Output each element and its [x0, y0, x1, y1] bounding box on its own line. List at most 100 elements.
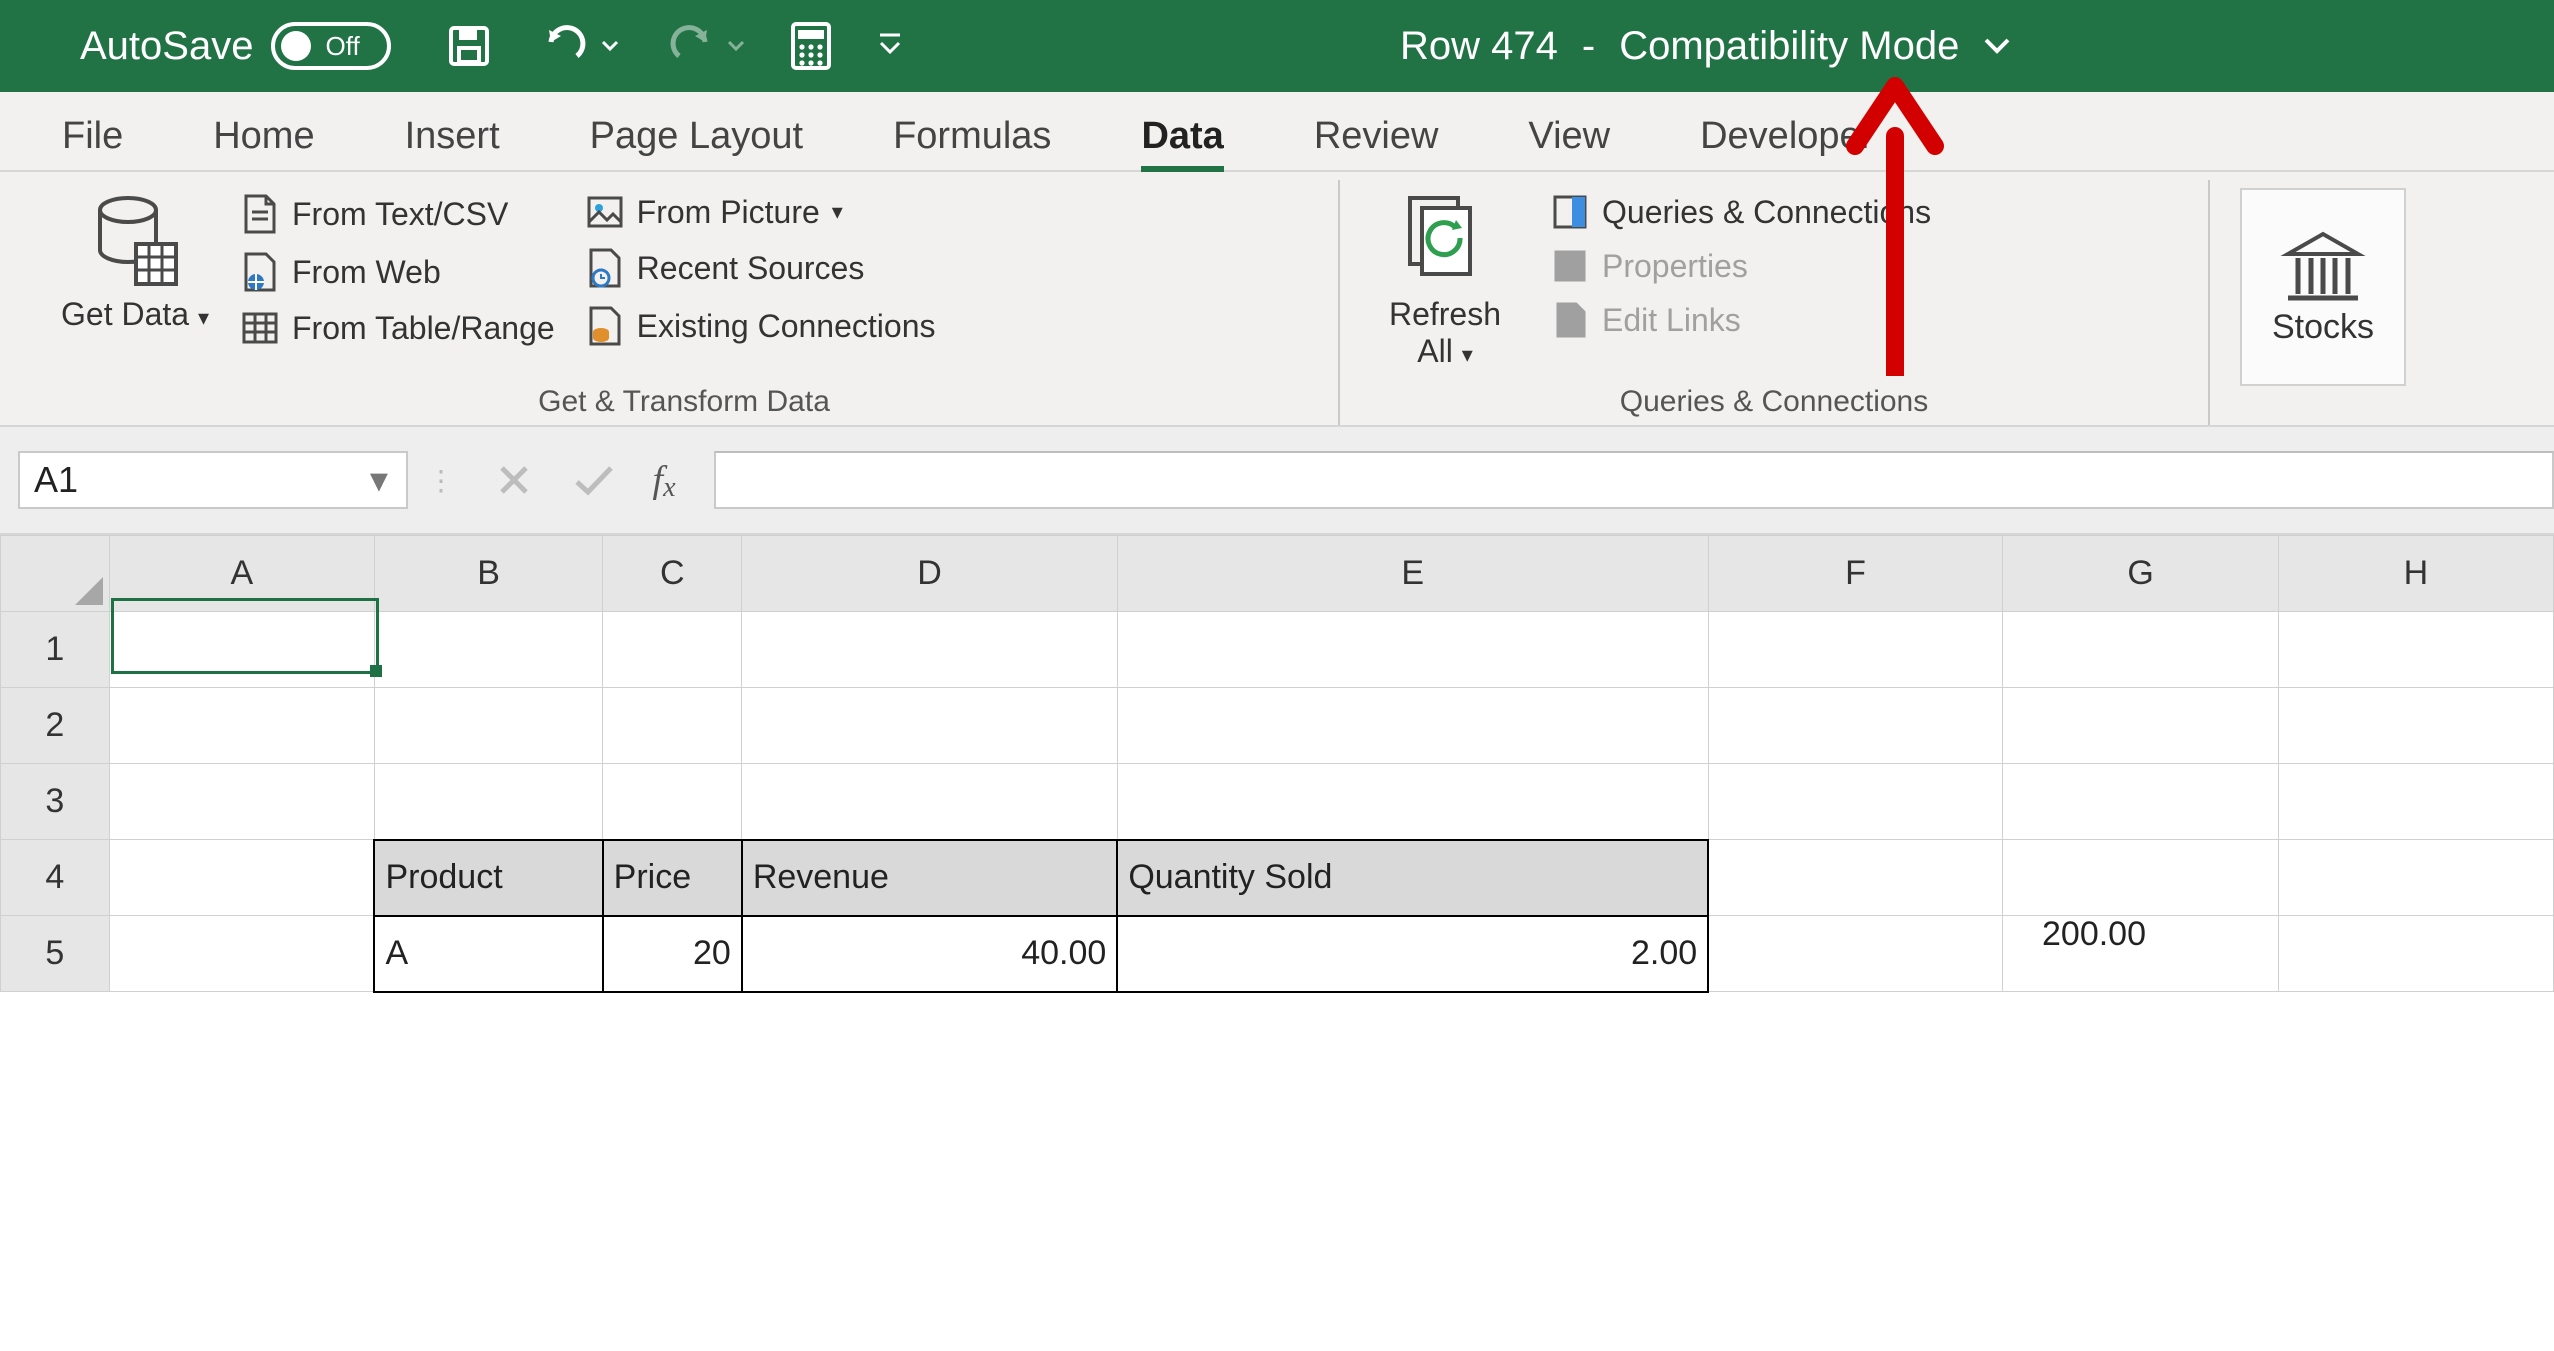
cell-D4[interactable]: Revenue [742, 840, 1118, 916]
autosave-label: AutoSave [80, 24, 253, 69]
table-icon [240, 308, 280, 348]
chevron-down-icon [601, 37, 619, 55]
link-icon [1550, 300, 1590, 340]
row-header-1[interactable]: 1 [1, 612, 110, 688]
formula-bar-separator: ⋮ [436, 451, 446, 509]
cell-C5[interactable]: 20 [603, 916, 742, 992]
autosave-toggle[interactable]: Off [271, 22, 391, 70]
tab-page-layout[interactable]: Page Layout [590, 115, 803, 170]
row-header-2[interactable]: 2 [1, 688, 110, 764]
from-picture-button[interactable]: From Picture ▾ [585, 192, 936, 232]
enter-formula-button[interactable] [554, 451, 634, 509]
col-header-A[interactable]: A [109, 536, 374, 612]
stocks-label: Stocks [2272, 308, 2374, 347]
ribbon-tabs: File Home Insert Page Layout Formulas Da… [0, 92, 2554, 172]
cell-A1[interactable] [109, 612, 374, 688]
tab-view[interactable]: View [1528, 115, 1610, 170]
calculator-button[interactable] [789, 21, 833, 71]
quick-access-toolbar [445, 21, 903, 71]
worksheet[interactable]: A B C D E F G H 1 [0, 535, 2554, 993]
cell-B4[interactable]: Product [374, 840, 602, 916]
select-all-corner[interactable] [1, 536, 110, 612]
col-header-F[interactable]: F [1708, 536, 2003, 612]
document-globe-icon [240, 250, 280, 294]
cell-G1[interactable] [2003, 612, 2278, 688]
column-headers: A B C D E F G H [1, 536, 2554, 612]
chevron-down-icon: ▾ [370, 459, 388, 501]
compatibility-mode-label: Compatibility Mode [1619, 24, 1959, 69]
cell-E1[interactable] [1117, 612, 1708, 688]
from-table-range-button[interactable]: From Table/Range [240, 308, 555, 348]
document-db-icon [585, 304, 625, 348]
properties-button[interactable]: Properties [1550, 246, 1931, 286]
edit-links-button[interactable]: Edit Links [1550, 300, 1931, 340]
cell-E5[interactable]: 2.00 [1117, 916, 1708, 992]
refresh-all-button[interactable]: Refresh All ▾ [1370, 192, 1520, 370]
x-icon [496, 462, 532, 498]
from-web-button[interactable]: From Web [240, 250, 555, 294]
cell-grid[interactable]: A B C D E F G H 1 [0, 535, 2554, 993]
cell-F1[interactable] [1708, 612, 2003, 688]
customize-qat-button[interactable] [877, 31, 903, 61]
recent-sources-label: Recent Sources [637, 250, 865, 287]
cell-B1[interactable] [374, 612, 602, 688]
document-clock-icon [585, 246, 625, 290]
recent-sources-button[interactable]: Recent Sources [585, 246, 936, 290]
ribbon: Get Data ▾ From Text/CSV From Web From T… [0, 172, 2554, 427]
queries-connections-button[interactable]: Queries & Connections [1550, 192, 1931, 232]
row-header-3[interactable]: 3 [1, 764, 110, 840]
col-header-D[interactable]: D [742, 536, 1118, 612]
row-header-4[interactable]: 4 [1, 840, 110, 916]
col-header-B[interactable]: B [374, 536, 602, 612]
cell-D1[interactable] [742, 612, 1118, 688]
insert-function-button[interactable]: fx [634, 451, 714, 509]
window-title[interactable]: Row 474 - Compatibility Mode [1400, 0, 2011, 92]
col-header-E[interactable]: E [1117, 536, 1708, 612]
stocks-button[interactable]: Stocks [2240, 188, 2406, 386]
tab-file[interactable]: File [62, 115, 123, 170]
picture-icon [585, 192, 625, 232]
get-data-button[interactable]: Get Data ▾ [60, 192, 210, 333]
existing-connections-label: Existing Connections [637, 308, 936, 345]
cell-D5[interactable]: 40.00 [742, 916, 1118, 992]
tab-insert[interactable]: Insert [405, 115, 500, 170]
chevron-down-bar-icon [877, 31, 903, 61]
tab-home[interactable]: Home [213, 115, 314, 170]
name-box[interactable]: A1 ▾ [18, 451, 408, 509]
from-text-csv-button[interactable]: From Text/CSV [240, 192, 555, 236]
undo-button[interactable] [537, 22, 619, 70]
cell-C1[interactable] [603, 612, 742, 688]
cell-H1[interactable] [2278, 612, 2553, 688]
document-text-icon [240, 192, 280, 236]
autosave-control[interactable]: AutoSave Off [80, 22, 391, 70]
col-header-H[interactable]: H [2278, 536, 2553, 612]
save-button[interactable] [445, 22, 493, 70]
from-text-csv-label: From Text/CSV [292, 196, 508, 233]
cell-A2[interactable] [109, 688, 374, 764]
redo-button[interactable] [663, 22, 745, 70]
group-get-transform-data: Get Data ▾ From Text/CSV From Web From T… [60, 180, 1340, 425]
cell-B5[interactable]: A [374, 916, 602, 992]
chevron-down-icon: ▾ [832, 199, 843, 225]
properties-icon [1550, 246, 1590, 286]
existing-connections-button[interactable]: Existing Connections [585, 304, 936, 348]
tab-data[interactable]: Data [1141, 115, 1223, 170]
tab-review[interactable]: Review [1314, 115, 1439, 170]
tab-formulas[interactable]: Formulas [893, 115, 1051, 170]
tab-developer[interactable]: Developer [1700, 115, 1873, 170]
bank-icon [2278, 228, 2368, 308]
formula-input[interactable] [714, 451, 2554, 509]
table-row: 1 [1, 612, 2554, 688]
chevron-down-icon [1983, 35, 2011, 57]
table-row: 3 [1, 764, 2554, 840]
autosave-state: Off [325, 31, 359, 62]
queries-connections-label: Queries & Connections [1602, 194, 1931, 231]
calculator-icon [789, 21, 833, 71]
col-header-C[interactable]: C [603, 536, 742, 612]
col-header-G[interactable]: G [2003, 536, 2278, 612]
database-icon [90, 192, 180, 292]
cell-C4[interactable]: Price [603, 840, 742, 916]
row-header-5[interactable]: 5 [1, 916, 110, 992]
cancel-formula-button[interactable] [474, 451, 554, 509]
cell-E4[interactable]: Quantity Sold [1117, 840, 1708, 916]
